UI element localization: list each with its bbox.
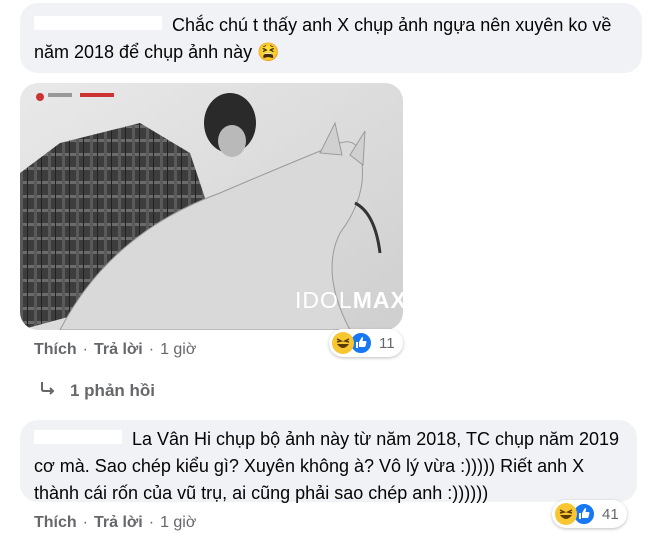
haha-emoji-icon xyxy=(332,332,354,354)
timestamp[interactable]: 1 giờ xyxy=(160,514,196,532)
haha-emoji-icon xyxy=(555,503,577,525)
timestamp[interactable]: 1 giờ xyxy=(160,341,196,359)
separator: · xyxy=(82,341,88,358)
comment-bubble-1: Chắc chú t thấy anh X chụp ảnh ngựa nên … xyxy=(20,3,642,73)
comment-bubble-2: La Vân Hi chụp bộ ảnh này từ năm 2018, T… xyxy=(20,420,637,503)
redacted-author-name[interactable] xyxy=(34,16,162,31)
separator: · xyxy=(82,514,88,531)
reaction-count: 41 xyxy=(602,505,619,523)
comment-photo[interactable]: IDOLMAX xyxy=(20,83,403,330)
photo-watermark: IDOLMAX xyxy=(295,287,403,313)
comment-actions-2: Thích · Trả lời · 1 giờ xyxy=(34,514,196,532)
reaction-summary-2[interactable]: 41 xyxy=(552,500,627,528)
comment-text: La Vân Hi chụp bộ ảnh này từ năm 2018, T… xyxy=(34,429,620,503)
reaction-summary-1[interactable]: 11 xyxy=(329,329,403,357)
reply-button[interactable]: Trả lời xyxy=(94,514,143,532)
view-replies-button[interactable]: 1 phản hồi xyxy=(40,380,155,401)
reply-button[interactable]: Trả lời xyxy=(94,341,143,359)
reaction-count: 11 xyxy=(379,334,395,352)
comment-text: Chắc chú t thấy anh X chụp ảnh ngựa nên … xyxy=(34,15,612,62)
separator: · xyxy=(148,341,155,358)
replies-label: 1 phản hồi xyxy=(70,380,155,400)
redacted-author-name[interactable] xyxy=(34,430,122,445)
separator: · xyxy=(148,514,155,531)
reply-arrow-icon xyxy=(40,380,56,401)
like-button[interactable]: Thích xyxy=(34,341,77,359)
comment-actions-1: Thích · Trả lời · 1 giờ xyxy=(34,341,196,359)
like-button[interactable]: Thích xyxy=(34,514,77,532)
